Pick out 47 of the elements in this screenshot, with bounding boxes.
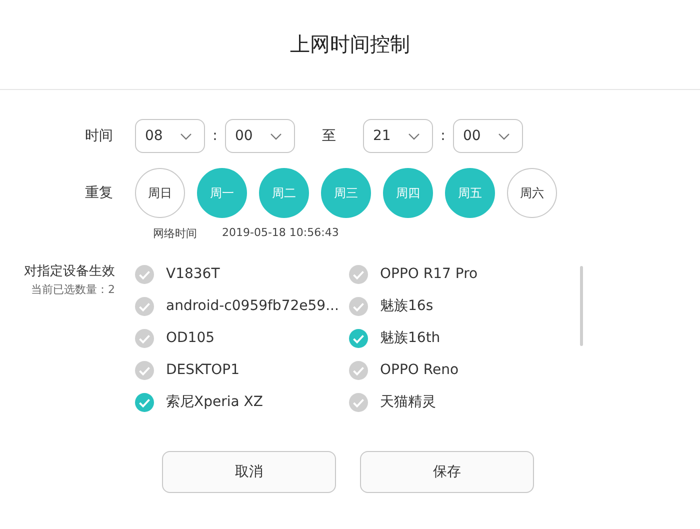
devices-label: 对指定设备生效	[23, 263, 115, 280]
network-time-value: 2019-05-18 10:56:43	[222, 226, 339, 241]
day-toggle[interactable]: 周日	[135, 168, 185, 218]
device-name: OPPO R17 Pro	[380, 266, 478, 282]
dialog-button[interactable]: 取消	[162, 451, 336, 493]
repeat-label: 重复	[84, 184, 114, 202]
device-name: 索尼Xperia XZ	[166, 393, 263, 411]
time-select[interactable]: 08	[135, 119, 205, 153]
checkbox[interactable]	[135, 360, 154, 380]
caret-icon	[408, 132, 420, 140]
day-toggle[interactable]: 周六	[507, 168, 557, 218]
checkbox[interactable]	[135, 264, 154, 284]
select-value: 00	[235, 128, 253, 144]
checkbox[interactable]	[135, 328, 154, 348]
device-name: V1836T	[166, 266, 220, 282]
time-label: 时间	[84, 127, 114, 145]
time-select[interactable]: 00	[453, 119, 523, 153]
checkbox[interactable]	[135, 296, 154, 316]
checkbox[interactable]	[349, 296, 368, 316]
time-select[interactable]: 21	[363, 119, 433, 153]
time-select[interactable]: 00	[225, 119, 295, 153]
scrollbar[interactable]	[580, 266, 583, 346]
device-name: DESKTOP1	[166, 362, 240, 378]
device-name: OD105	[166, 330, 215, 346]
checkbox[interactable]	[135, 392, 154, 412]
select-value: 21	[373, 128, 391, 144]
colon: :	[440, 128, 446, 144]
dialog-button[interactable]: 保存	[360, 451, 534, 493]
colon: :	[212, 128, 218, 144]
caret-icon	[180, 132, 192, 140]
checkbox[interactable]	[349, 360, 368, 380]
device-name: 天猫精灵	[380, 393, 436, 411]
network-time-label: 网络时间	[153, 226, 198, 241]
select-value: 08	[145, 128, 163, 144]
selected-count: 当前已选数量：2	[30, 282, 115, 297]
device-name: 魅族16th	[380, 329, 440, 347]
to-label: 至	[321, 127, 337, 145]
device-name: 魅族16s	[380, 297, 434, 315]
dialog-title: 上网时间控制	[290, 31, 410, 58]
checkbox[interactable]	[349, 392, 368, 412]
caret-icon	[270, 132, 282, 140]
checkbox[interactable]	[349, 264, 368, 284]
device-name: OPPO Reno	[380, 362, 459, 378]
caret-icon	[498, 132, 510, 140]
checkbox[interactable]	[349, 328, 368, 348]
device-name: android-c0959fb72e59...	[166, 298, 339, 314]
select-value: 00	[463, 128, 481, 144]
